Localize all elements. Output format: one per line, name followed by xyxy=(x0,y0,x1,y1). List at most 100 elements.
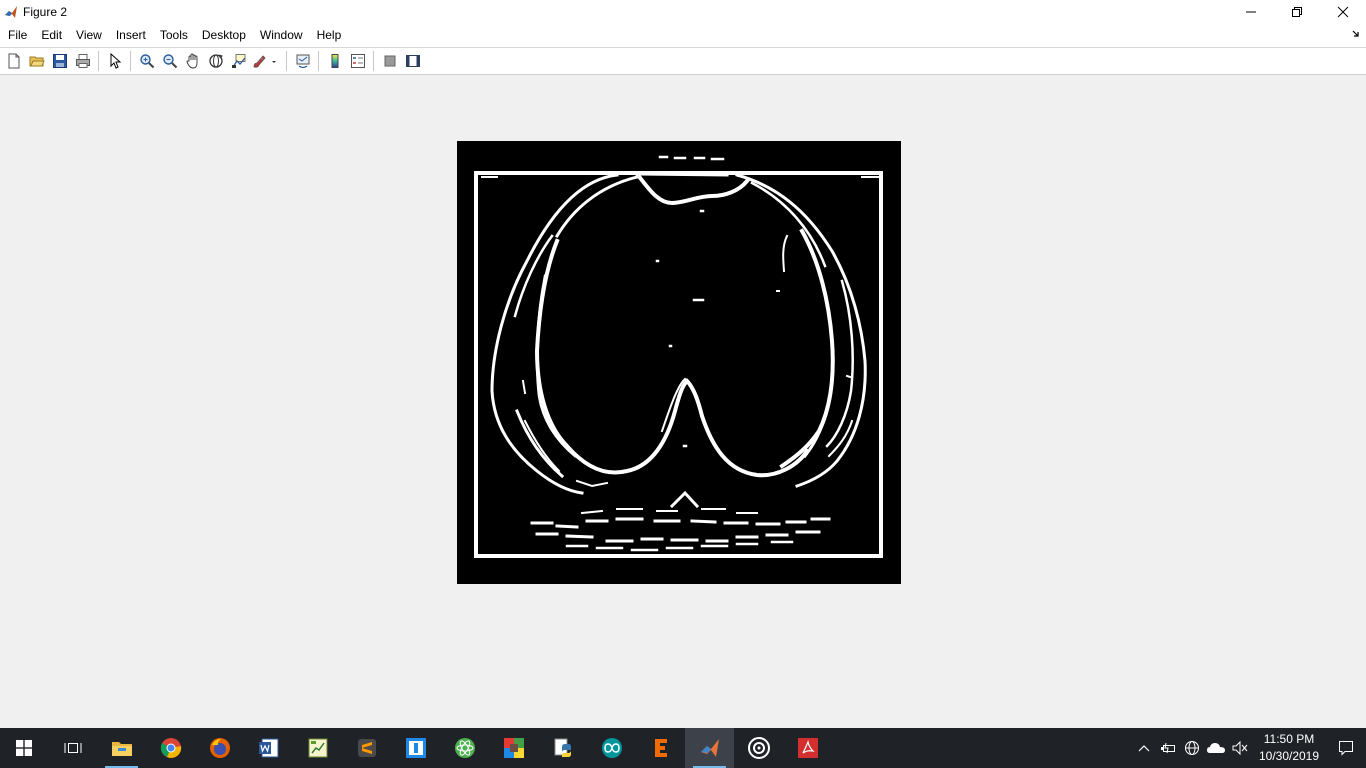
show-plot-tools-button[interactable] xyxy=(401,50,424,72)
data-cursor-button[interactable] xyxy=(227,50,250,72)
zoom-out-icon xyxy=(162,54,177,69)
taskbar-word[interactable] xyxy=(244,728,293,768)
close-button[interactable] xyxy=(1320,0,1366,24)
menu-window[interactable]: Window xyxy=(253,24,310,47)
menu-view[interactable]: View xyxy=(69,24,109,47)
clock-date: 10/30/2019 xyxy=(1258,749,1320,763)
link-plot-icon xyxy=(296,54,309,69)
insert-legend-button[interactable] xyxy=(346,50,369,72)
file-explorer-icon xyxy=(111,742,132,756)
show-plot-tools-icon xyxy=(405,55,420,67)
notification-icon xyxy=(1339,741,1353,756)
network-button[interactable] xyxy=(1180,728,1204,768)
edge-detected-ct-image[interactable] xyxy=(457,141,901,584)
minimize-icon xyxy=(1246,11,1256,13)
volume-mute-icon xyxy=(1232,741,1248,755)
onedrive-icon xyxy=(1207,743,1225,753)
hide-plot-tools-button[interactable] xyxy=(378,50,401,72)
windows-start-icon xyxy=(16,740,32,756)
toolbar-separator xyxy=(286,51,287,71)
menu-file[interactable]: File xyxy=(0,24,34,47)
task-view-icon xyxy=(64,743,81,753)
taskbar-colorful-app[interactable] xyxy=(489,728,538,768)
restore-icon xyxy=(1292,7,1302,17)
zoom-out-button[interactable] xyxy=(158,50,181,72)
word-icon xyxy=(258,738,278,758)
menu-help[interactable]: Help xyxy=(310,24,349,47)
brush-button[interactable] xyxy=(250,50,282,72)
python-icon xyxy=(554,738,571,757)
toolbar-separator xyxy=(98,51,99,71)
colorful-app-icon xyxy=(503,738,524,758)
edit-plot-icon xyxy=(110,53,121,69)
taskbar-atom[interactable] xyxy=(440,728,489,768)
matlab-icon xyxy=(3,4,19,20)
rotate-3d-icon xyxy=(208,54,223,68)
new-figure-button[interactable] xyxy=(2,50,25,72)
excel-app-icon xyxy=(308,738,327,758)
acrobat-icon xyxy=(797,738,818,758)
insert-legend-icon xyxy=(350,54,365,68)
taskbar-obs[interactable] xyxy=(734,728,783,768)
zoom-in-icon xyxy=(139,54,154,69)
chevron-up-icon xyxy=(1138,745,1150,752)
sublime-text-icon xyxy=(357,739,376,757)
firefox-icon xyxy=(209,738,230,758)
pan-button[interactable] xyxy=(181,50,204,72)
obs-icon xyxy=(747,737,770,759)
volume-button[interactable] xyxy=(1228,728,1252,768)
link-plot-button[interactable] xyxy=(291,50,314,72)
taskbar-excel-app[interactable] xyxy=(293,728,342,768)
dock-arrow-icon[interactable] xyxy=(1352,30,1360,38)
menu-insert[interactable]: Insert xyxy=(109,24,153,47)
insert-colorbar-button[interactable] xyxy=(323,50,346,72)
battery-icon xyxy=(1161,742,1175,754)
taskbar-app[interactable] xyxy=(391,728,440,768)
system-tray: 11:50 PM 10/30/2019 xyxy=(1132,728,1366,768)
taskbar-firefox[interactable] xyxy=(195,728,244,768)
save-figure-button[interactable] xyxy=(48,50,71,72)
show-hidden-icons-button[interactable] xyxy=(1132,728,1156,768)
taskbar-file-explorer[interactable] xyxy=(97,728,146,768)
menu-bar: File Edit View Insert Tools Desktop Wind… xyxy=(0,24,1366,47)
app-icon xyxy=(405,738,426,758)
print-figure-icon xyxy=(75,54,90,68)
clock-time: 11:50 PM xyxy=(1263,732,1315,746)
taskbar-sublime-text[interactable] xyxy=(342,728,391,768)
battery-button[interactable] xyxy=(1156,728,1180,768)
title-bar: Figure 2 xyxy=(0,0,1366,24)
open-file-icon xyxy=(29,56,45,67)
zoom-in-button[interactable] xyxy=(135,50,158,72)
taskbar-editor-e[interactable] xyxy=(636,728,685,768)
hide-plot-tools-icon xyxy=(384,55,395,67)
system-clock[interactable]: 11:50 PM 10/30/2019 xyxy=(1252,731,1326,765)
new-figure-icon xyxy=(8,53,19,69)
toolbar-separator xyxy=(373,51,374,71)
taskbar-acrobat[interactable] xyxy=(783,728,832,768)
insert-colorbar-icon xyxy=(331,54,338,68)
rotate-3d-button[interactable] xyxy=(204,50,227,72)
arduino-icon xyxy=(601,738,622,758)
action-center-button[interactable] xyxy=(1326,728,1366,768)
taskbar-matlab[interactable] xyxy=(685,728,734,768)
matlab-icon xyxy=(700,739,719,757)
edit-plot-button[interactable] xyxy=(103,50,126,72)
print-figure-button[interactable] xyxy=(71,50,94,72)
brush-icon xyxy=(253,55,276,68)
data-cursor-icon xyxy=(231,54,245,68)
figure-toolbar xyxy=(0,47,1366,75)
atom-icon xyxy=(454,738,475,758)
start-button[interactable] xyxy=(0,728,48,768)
window-title: Figure 2 xyxy=(23,5,68,19)
taskbar-arduino[interactable] xyxy=(587,728,636,768)
onedrive-button[interactable] xyxy=(1204,728,1228,768)
restore-button[interactable] xyxy=(1274,0,1320,24)
taskbar-chrome[interactable] xyxy=(146,728,195,768)
menu-edit[interactable]: Edit xyxy=(34,24,69,47)
open-file-button[interactable] xyxy=(25,50,48,72)
menu-desktop[interactable]: Desktop xyxy=(195,24,253,47)
menu-tools[interactable]: Tools xyxy=(153,24,195,47)
minimize-button[interactable] xyxy=(1228,0,1274,24)
task-view-button[interactable] xyxy=(48,728,97,768)
taskbar-python[interactable] xyxy=(538,728,587,768)
